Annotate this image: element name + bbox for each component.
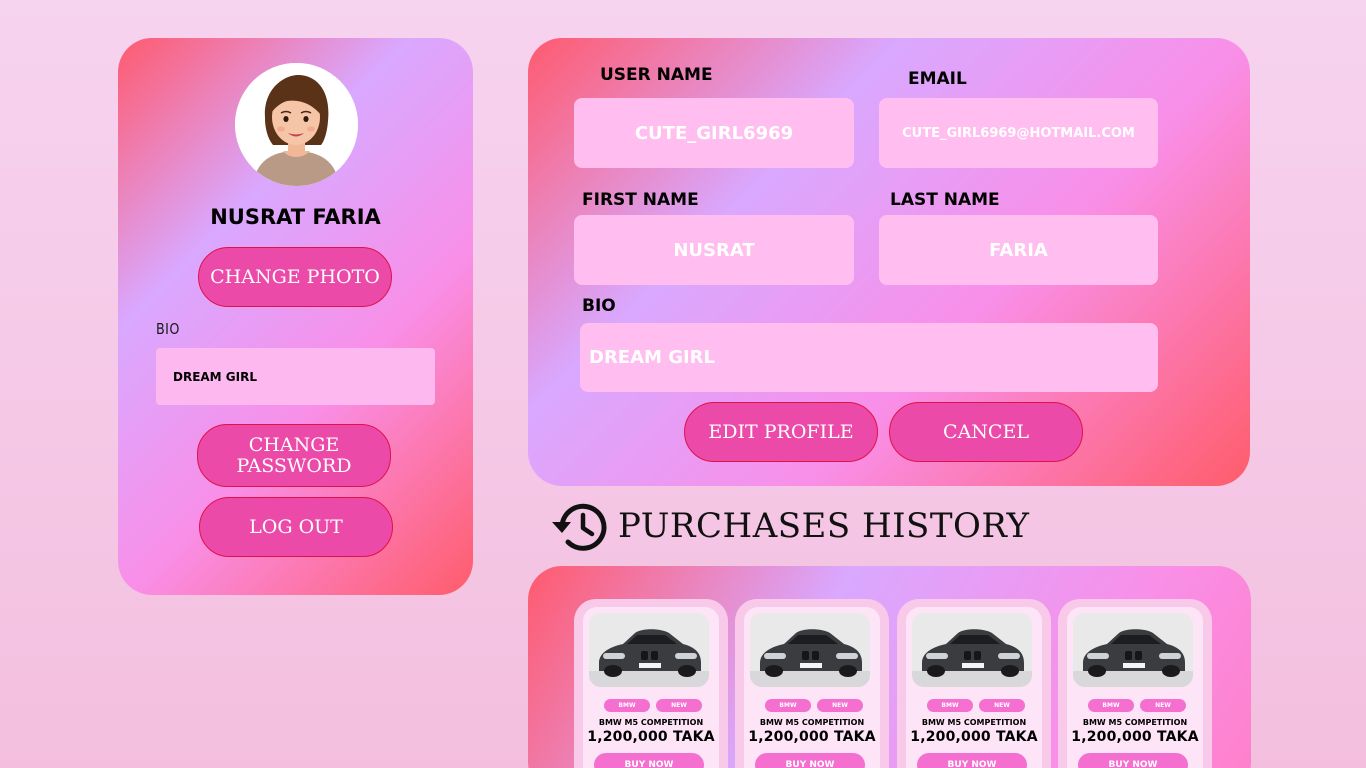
brand-tag: BMW (1088, 699, 1134, 712)
purchase-card[interactable]: BMW NEW BMW M5 COMPETITION 1,200,000 TAKA BU… (735, 599, 889, 768)
car-name: BMW M5 COMPETITION (598, 718, 704, 727)
purchase-card[interactable]: BMW NEW BMW M5 COMPETITION 1,200,000 TAKA BU… (1058, 599, 1212, 768)
last-name-label: LAST NAME (890, 190, 1000, 210)
purchase-card-inner: BMW NEW BMW M5 COMPETITION 1,200,000 TAKA BU… (1067, 607, 1203, 768)
bio-field[interactable]: DREAM GIRL (580, 323, 1158, 392)
car-name: BMW M5 COMPETITION (759, 718, 865, 727)
buy-now-button[interactable]: BUY NOW (1078, 753, 1188, 768)
email-label: EMAIL (908, 69, 967, 89)
brand-tag: BMW (604, 699, 650, 712)
buy-now-button[interactable]: BUY NOW (594, 753, 704, 768)
bio-field-label: BIO (582, 296, 616, 316)
purchase-card-inner: BMW NEW BMW M5 COMPETITION 1,200,000 TAKA BU… (744, 607, 880, 768)
change-photo-button[interactable]: CHANGE PHOTO (198, 247, 392, 307)
car-image[interactable] (589, 613, 709, 687)
purchase-card[interactable]: BMW NEW BMW M5 COMPETITION 1,200,000 TAKA BU… (574, 599, 728, 768)
brand-tag: BMW (765, 699, 811, 712)
avatar-illustration (235, 63, 358, 186)
purchase-card-inner: BMW NEW BMW M5 COMPETITION 1,200,000 TAKA BU… (583, 607, 719, 768)
purchase-card-inner: BMW NEW BMW M5 COMPETITION 1,200,000 TAKA BU… (906, 607, 1042, 768)
last-name-field[interactable]: FARIA (879, 215, 1158, 285)
new-tag: NEW (1140, 699, 1186, 712)
brand-tag: BMW (927, 699, 973, 712)
car-image[interactable] (1073, 613, 1193, 687)
avatar[interactable] (235, 63, 358, 186)
car-price: 1,200,000 TAKA (1071, 729, 1199, 745)
car-name: BMW M5 COMPETITION (1082, 718, 1188, 727)
first-name-label: FIRST NAME (582, 190, 699, 210)
buy-now-button[interactable]: BUY NOW (755, 753, 865, 768)
display-name: NUSRAT FARIA (210, 205, 381, 229)
purchase-card[interactable]: BMW NEW BMW M5 COMPETITION 1,200,000 TAKA BU… (897, 599, 1051, 768)
change-password-button[interactable]: CHANGE PASSWORD (197, 424, 391, 487)
username-label: USER NAME (600, 65, 713, 85)
new-tag: NEW (979, 699, 1025, 712)
bio-display: DREAM GIRL (156, 348, 435, 405)
email-field[interactable]: CUTE_GIRL6969@HOTMAIL.COM (879, 98, 1158, 168)
logout-button[interactable]: LOG OUT (199, 497, 393, 557)
cancel-button[interactable]: CANCEL (889, 402, 1083, 462)
car-price: 1,200,000 TAKA (910, 729, 1038, 745)
new-tag: NEW (656, 699, 702, 712)
car-image[interactable] (912, 613, 1032, 687)
car-name: BMW M5 COMPETITION (921, 718, 1027, 727)
username-field[interactable]: CUTE_GIRL6969 (574, 98, 854, 168)
change-password-label: CHANGE PASSWORD (236, 433, 352, 477)
car-price: 1,200,000 TAKA (748, 729, 876, 745)
new-tag: NEW (817, 699, 863, 712)
edit-profile-button[interactable]: EDIT PROFILE (684, 402, 878, 462)
first-name-field[interactable]: NUSRAT (574, 215, 854, 285)
purchases-history-title: PURCHASES HISTORY (618, 506, 1030, 546)
car-price: 1,200,000 TAKA (587, 729, 715, 745)
bio-label: BIO (156, 320, 180, 338)
car-image[interactable] (750, 613, 870, 687)
buy-now-button[interactable]: BUY NOW (917, 753, 1027, 768)
history-icon (550, 500, 610, 554)
